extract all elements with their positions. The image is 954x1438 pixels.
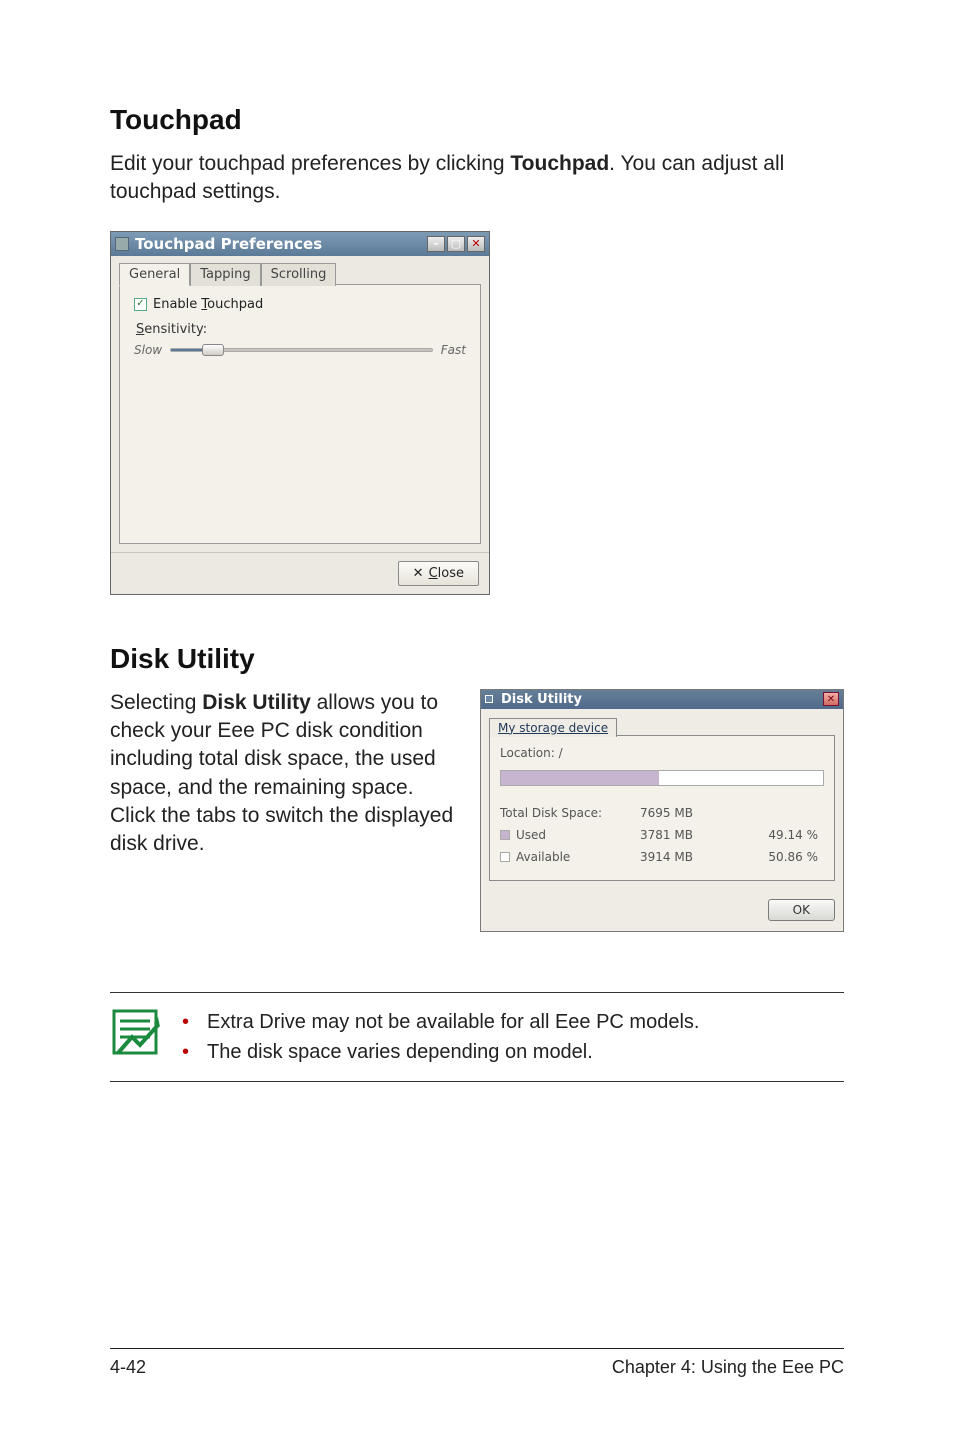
page-footer: 4-42 Chapter 4: Using the Eee PC — [110, 1348, 844, 1378]
close-button[interactable]: ✕ — [467, 236, 485, 252]
note-icon — [110, 1007, 160, 1062]
sensitivity-label: Sensitivity: — [136, 322, 466, 337]
tab-my-storage-device[interactable]: My storage device — [489, 718, 617, 737]
du-total-label: Total Disk Space: — [500, 806, 602, 820]
du-available-pct: 50.86 % — [740, 850, 824, 864]
du-row-total: Total Disk Space: 7695 MB — [500, 802, 824, 824]
slider-fast-label: Fast — [441, 343, 466, 357]
tab-tapping[interactable]: Tapping — [190, 263, 260, 286]
sensitivity-slider[interactable] — [170, 348, 433, 352]
du-available-label: Available — [516, 850, 570, 864]
tab-general-pane: ✓ Enable Touchpad Sensitivity: Slow Fast — [119, 284, 481, 544]
para-touchpad-a: Edit your touchpad preferences by clicki… — [110, 152, 510, 175]
enable-touchpad-label: Enable Touchpad — [153, 297, 263, 312]
du-titlebar[interactable]: Disk Utility ✕ — [481, 690, 843, 709]
note-text-2: The disk space varies depending on model… — [207, 1037, 593, 1067]
disk-utility-window: Disk Utility ✕ My storage device Locatio… — [480, 689, 844, 932]
maximize-button[interactable]: ▢ — [447, 236, 465, 252]
du-location: Location: / — [500, 746, 824, 760]
du-title-icon — [485, 695, 493, 703]
page-number: 4-42 — [110, 1357, 146, 1378]
close-dialog-button[interactable]: ✕ Close — [398, 561, 479, 586]
du-used-value: 3781 MB — [640, 828, 740, 842]
heading-disk-utility: Disk Utility — [110, 643, 844, 675]
touchpad-tabs: General Tapping Scrolling — [119, 262, 481, 285]
touchpad-preferences-window: Touchpad Preferences – ▢ ✕ General Tappi… — [110, 231, 490, 595]
du-ok-button[interactable]: OK — [768, 899, 835, 921]
note-box: • Extra Drive may not be available for al… — [110, 992, 844, 1082]
sensitivity-post: ensitivity: — [144, 322, 207, 337]
du-title: Disk Utility — [497, 692, 823, 707]
du-used-pct: 49.14 % — [740, 828, 824, 842]
note-item-1: • Extra Drive may not be available for al… — [182, 1007, 699, 1037]
du-row-available: Available 3914 MB 50.86 % — [500, 846, 824, 868]
enable-touchpad-post: ouchpad — [207, 297, 263, 312]
window-title: Touchpad Preferences — [135, 235, 322, 253]
close-post: lose — [438, 566, 464, 581]
du-usage-used — [501, 771, 659, 785]
swatch-used-icon — [500, 830, 510, 840]
close-label: Close — [429, 566, 464, 581]
note-text-1: Extra Drive may not be available for all… — [207, 1007, 699, 1037]
note-list: • Extra Drive may not be available for al… — [182, 1007, 699, 1067]
du-usage-bar — [500, 770, 824, 786]
para-disk-utility: Selecting Disk Utility allows you to che… — [110, 689, 462, 859]
heading-touchpad: Touchpad — [110, 104, 844, 136]
note-item-2: • The disk space varies depending on mode… — [182, 1037, 699, 1067]
slider-slow-label: Slow — [134, 343, 162, 357]
bullet-icon: • — [182, 1007, 189, 1037]
du-row-used: Used 3781 MB 49.14 % — [500, 824, 824, 846]
tab-general[interactable]: General — [119, 263, 190, 286]
bullet-icon: • — [182, 1037, 189, 1067]
du-available-value: 3914 MB — [640, 850, 740, 864]
swatch-available-icon — [500, 852, 510, 862]
du-used-label: Used — [516, 828, 546, 842]
para-du-b: allows you to check your Eee PC disk con… — [110, 691, 453, 856]
enable-touchpad-pre: Enable — [153, 297, 201, 312]
du-close-button[interactable]: ✕ — [823, 692, 839, 706]
close-icon: ✕ — [413, 566, 424, 581]
du-pane: Location: / Total Disk Space: 7695 MB Us… — [489, 735, 835, 881]
window-titlebar[interactable]: Touchpad Preferences – ▢ ✕ — [111, 232, 489, 256]
close-ul: C — [429, 566, 438, 581]
enable-touchpad-checkbox[interactable]: ✓ — [134, 298, 147, 311]
para-touchpad: Edit your touchpad preferences by clicki… — [110, 150, 844, 207]
minimize-button[interactable]: – — [427, 236, 445, 252]
para-touchpad-bold: Touchpad — [510, 152, 609, 175]
tab-scrolling[interactable]: Scrolling — [261, 263, 337, 286]
para-du-a: Selecting — [110, 691, 202, 714]
window-app-icon — [115, 237, 129, 251]
du-total-value: 7695 MB — [640, 806, 740, 820]
slider-thumb[interactable] — [202, 344, 224, 356]
para-du-bold: Disk Utility — [202, 691, 311, 714]
chapter-label: Chapter 4: Using the Eee PC — [612, 1357, 844, 1378]
